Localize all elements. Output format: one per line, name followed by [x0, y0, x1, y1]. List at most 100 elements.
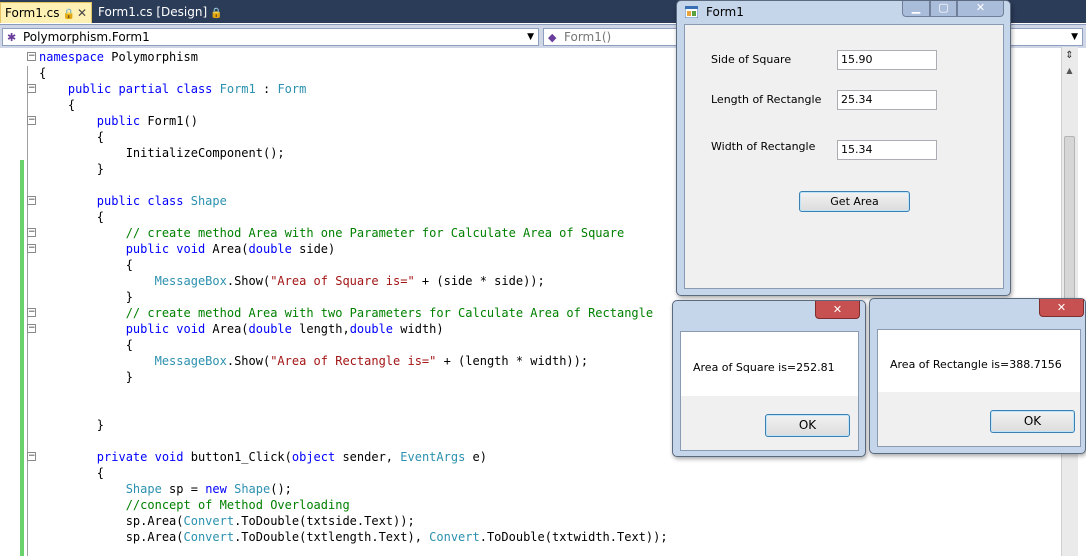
code-token: .ToDouble(txtwidth.Text));	[479, 530, 668, 544]
maximize-button[interactable]: ▢	[930, 1, 957, 17]
code-line[interactable]: // create method Area with two Parameter…	[39, 305, 653, 321]
code-token: Convert	[183, 514, 235, 528]
code-line[interactable]: InitializeComponent();	[39, 145, 285, 161]
code-token: new	[205, 482, 235, 496]
width-input[interactable]: 15.34	[837, 140, 937, 160]
split-handle-icon[interactable]: ⇕	[1063, 49, 1076, 63]
code-line[interactable]: MessageBox.Show("Area of Rectangle is=" …	[39, 353, 589, 369]
code-line[interactable]: {	[39, 129, 104, 145]
lock-icon: 🔒	[210, 8, 223, 19]
collapse-icon[interactable]: −	[27, 324, 36, 333]
ok-button[interactable]: OK	[990, 410, 1075, 433]
code-line[interactable]: sp.Area(Convert.ToDouble(txtlength.Text)…	[39, 529, 668, 545]
close-tab-icon[interactable]: ✕	[77, 3, 87, 23]
code-line[interactable]: public void Area(double length,double wi…	[39, 321, 444, 337]
code-line[interactable]: {	[39, 337, 133, 353]
collapse-icon[interactable]: −	[27, 116, 36, 125]
code-line[interactable]: MessageBox.Show("Area of Square is=" + (…	[39, 273, 545, 289]
code-token: namespace	[39, 50, 112, 64]
code-line[interactable]: //concept of Method Overloading	[39, 497, 350, 513]
close-button[interactable]: ✕	[1039, 299, 1084, 317]
class-icon: ✱	[7, 31, 17, 44]
code-token: // create method Area with one Parameter…	[125, 226, 625, 240]
collapse-icon[interactable]: −	[27, 52, 36, 61]
code-token: Shape	[234, 482, 271, 496]
form1-window: Form1 ▁ ▢ ✕ Side of Square 15.90 Length …	[676, 0, 1011, 296]
code-line[interactable]: {	[39, 257, 133, 273]
member-dropdown-value: Form1()	[564, 30, 612, 44]
code-token: public	[96, 114, 148, 128]
collapse-icon[interactable]: −	[27, 228, 36, 237]
code-line[interactable]: private void button1_Click(object sender…	[39, 449, 487, 465]
code-token: public void	[125, 242, 213, 256]
square-message-box: ✕ Area of Square is=252.81 OK	[672, 300, 866, 457]
code-token: EventArgs	[400, 450, 466, 464]
code-line[interactable]: {	[39, 465, 104, 481]
minimize-button[interactable]: ▁	[902, 1, 930, 17]
code-token: sp.Area(	[39, 530, 184, 544]
collapse-icon[interactable]: −	[27, 196, 36, 205]
code-token: {	[39, 98, 76, 112]
form-app-icon	[685, 6, 698, 18]
side-input[interactable]: 15.90	[837, 50, 937, 70]
code-line[interactable]: public partial class Form1 : Form	[39, 81, 306, 97]
code-token: Area(	[212, 242, 249, 256]
code-line[interactable]: {	[39, 65, 46, 81]
code-token: {	[39, 210, 105, 224]
code-token: public void	[125, 322, 213, 336]
tab-form1-design[interactable]: Form1.cs [Design] 🔒	[94, 2, 223, 23]
code-line[interactable]: }	[39, 161, 104, 177]
code-token: //concept of Method Overloading	[125, 498, 350, 512]
code-token: {	[39, 66, 47, 80]
code-token: Form	[277, 82, 307, 96]
code-line[interactable]: public void Area(double side)	[39, 241, 336, 257]
code-token: Shape	[125, 482, 162, 496]
code-line[interactable]: }	[39, 289, 133, 305]
close-button[interactable]: ✕	[815, 301, 860, 319]
code-token: length,	[291, 322, 350, 336]
collapse-icon[interactable]: −	[27, 84, 36, 93]
tab-label: Form1.cs [Design]	[98, 5, 208, 19]
code-token: }	[39, 290, 133, 304]
code-token: .ToDouble(txtside.Text));	[234, 514, 415, 528]
code-token: // create method Area with two Parameter…	[125, 306, 654, 320]
tab-form1-cs[interactable]: Form1.cs 🔒 ✕	[0, 2, 92, 23]
scroll-up-icon[interactable]: ▲	[1063, 66, 1076, 80]
code-line[interactable]: namespace Polymorphism	[39, 49, 198, 65]
code-line[interactable]: // create method Area with one Parameter…	[39, 225, 625, 241]
length-input[interactable]: 25.34	[837, 90, 937, 110]
collapse-icon[interactable]: −	[27, 244, 36, 253]
collapse-icon[interactable]: −	[27, 308, 36, 317]
code-token: sender,	[335, 450, 401, 464]
code-line[interactable]: sp.Area(Convert.ToDouble(txtside.Text));	[39, 513, 415, 529]
ok-button[interactable]: OK	[765, 414, 850, 437]
code-line[interactable]: }	[39, 369, 133, 385]
code-token: Polymorphism	[111, 50, 198, 64]
code-token: private void	[96, 450, 191, 464]
code-token: Area(	[212, 322, 249, 336]
code-line[interactable]: {	[39, 97, 75, 113]
code-line[interactable]: public Form1()	[39, 113, 198, 129]
class-dropdown[interactable]: ✱ Polymorphism.Form1 ▼	[2, 28, 539, 46]
code-token: :	[255, 82, 278, 96]
get-area-button[interactable]: Get Area	[799, 191, 910, 212]
code-line[interactable]: }	[39, 417, 104, 433]
code-line[interactable]: {	[39, 209, 104, 225]
code-line[interactable]: public class Shape	[39, 193, 227, 209]
code-token: InitializeComponent();	[39, 146, 285, 160]
code-token: .Show(	[226, 274, 271, 288]
code-token: Form1	[219, 82, 256, 96]
code-token: e)	[465, 450, 487, 464]
collapse-icon[interactable]: −	[27, 452, 36, 461]
code-token: {	[39, 466, 105, 480]
close-button[interactable]: ✕	[957, 1, 1004, 17]
code-line[interactable]: Shape sp = new Shape();	[39, 481, 292, 497]
